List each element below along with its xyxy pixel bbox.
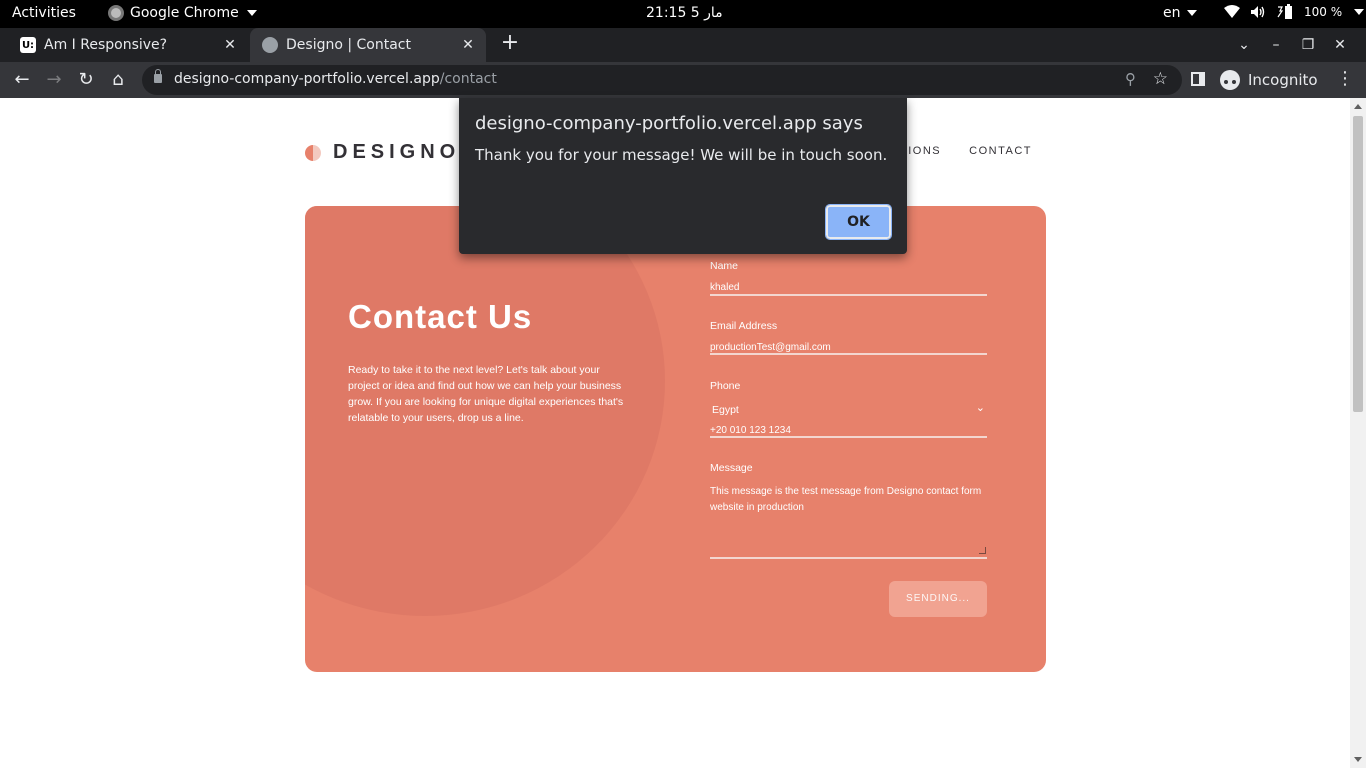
menu-kebab-icon[interactable]: ⋮	[1336, 68, 1354, 89]
contact-form: Name khaled Email Address productionTest…	[710, 206, 987, 672]
incognito-profile-button[interactable]: Incognito	[1214, 65, 1328, 95]
browser-toolbar: ← → ↻ ⌂ designo-company-portfolio.vercel…	[0, 62, 1366, 98]
chrome-icon	[108, 5, 124, 21]
activities-button[interactable]: Activities	[12, 5, 76, 21]
back-button[interactable]: ←	[10, 68, 34, 92]
address-bar[interactable]: designo-company-portfolio.vercel.app/con…	[142, 65, 1182, 95]
close-window-icon[interactable]: ✕	[1324, 37, 1356, 53]
tab-strip: U: Am I Responsive? ✕ Designo | Contact …	[0, 28, 1366, 62]
alert-dialog: designo-company-portfolio.vercel.app say…	[459, 98, 907, 254]
globe-favicon-icon	[262, 37, 278, 53]
reload-button[interactable]: ↻	[74, 68, 98, 92]
forward-button[interactable]: →	[42, 68, 66, 92]
country-value: Egypt	[712, 404, 739, 416]
volume-icon	[1251, 6, 1265, 18]
wifi-icon	[1224, 5, 1240, 18]
tab-title: Designo | Contact	[286, 37, 411, 53]
close-icon[interactable]: ✕	[220, 37, 240, 53]
new-tab-button[interactable]: +	[498, 32, 522, 56]
tab-designo-contact[interactable]: Designo | Contact ✕	[250, 28, 486, 62]
profile-label: Incognito	[1248, 71, 1318, 89]
chevron-down-icon	[246, 10, 257, 16]
contact-card: Contact Us Ready to take it to the next …	[305, 206, 1046, 672]
name-field[interactable]: khaled	[710, 282, 739, 293]
page-title: Contact Us	[348, 298, 533, 335]
language-label: en	[1163, 5, 1181, 21]
zoom-icon[interactable]: ⚲	[1125, 70, 1136, 88]
country-select[interactable]: Egypt ⌄	[710, 401, 987, 419]
phone-underline	[710, 436, 987, 438]
close-icon[interactable]: ✕	[458, 37, 478, 53]
url-text[interactable]: designo-company-portfolio.vercel.app/con…	[174, 71, 497, 87]
chevron-down-icon: ⌄	[975, 402, 985, 414]
side-panel-icon[interactable]	[1191, 72, 1205, 86]
email-underline	[710, 353, 987, 355]
name-underline	[710, 294, 987, 296]
logo-text: DESIGNO	[333, 141, 461, 163]
scroll-up-icon[interactable]	[1354, 104, 1362, 109]
battery-icon	[1277, 4, 1292, 19]
page-scrollbar[interactable]	[1350, 98, 1366, 768]
email-field[interactable]: productionTest@gmail.com	[710, 342, 831, 353]
alert-origin: designo-company-portfolio.vercel.app say…	[475, 113, 863, 134]
restore-icon[interactable]: ❐	[1292, 37, 1324, 53]
nav-link-contact[interactable]: CONTACT	[969, 145, 1032, 157]
message-label: Message	[710, 462, 753, 474]
chevron-down-icon	[1354, 9, 1365, 15]
submit-button[interactable]: SENDING...	[889, 581, 987, 617]
email-label: Email Address	[710, 320, 778, 332]
scroll-down-icon[interactable]	[1354, 757, 1362, 762]
app-menu-label: Google Chrome	[130, 5, 239, 21]
tab-search-icon[interactable]: ⌄	[1228, 37, 1260, 53]
window-controls: ⌄ – ❐ ✕	[1228, 28, 1356, 62]
bookmark-star-icon[interactable]: ☆	[1153, 69, 1168, 89]
system-top-bar: Activities Google Chrome 21:15 5 مار en …	[0, 0, 1366, 28]
tab-am-i-responsive[interactable]: U: Am I Responsive? ✕	[8, 28, 248, 62]
system-tray[interactable]: 100 %	[1224, 4, 1365, 20]
language-selector[interactable]: en	[1163, 5, 1197, 21]
app-menu[interactable]: Google Chrome	[108, 5, 257, 21]
home-button[interactable]: ⌂	[106, 68, 130, 92]
message-underline	[710, 557, 987, 559]
contact-description: Ready to take it to the next level? Let'…	[348, 364, 624, 424]
minimize-icon[interactable]: –	[1260, 37, 1292, 53]
amiresponsive-favicon-icon: U:	[20, 37, 36, 53]
lock-icon[interactable]	[154, 69, 162, 83]
message-field[interactable]: This message is the test message from De…	[710, 484, 987, 516]
phone-label: Phone	[710, 380, 741, 392]
name-label: Name	[710, 260, 739, 272]
phone-field[interactable]: +20 010 123 1234	[710, 425, 791, 436]
clock[interactable]: 21:15 5 مار	[646, 5, 723, 21]
scrollbar-thumb[interactable]	[1353, 116, 1363, 412]
alert-message: Thank you for your message! We will be i…	[475, 146, 888, 164]
incognito-icon	[1220, 70, 1240, 90]
battery-percent: 100 %	[1304, 5, 1343, 19]
site-logo[interactable]: DESIGNO	[305, 141, 460, 164]
chevron-down-icon	[1186, 10, 1197, 16]
logo-mark-icon	[305, 144, 321, 161]
tab-title: Am I Responsive?	[44, 37, 168, 53]
ok-button[interactable]: OK	[825, 204, 892, 240]
resize-handle-icon[interactable]	[979, 547, 986, 554]
